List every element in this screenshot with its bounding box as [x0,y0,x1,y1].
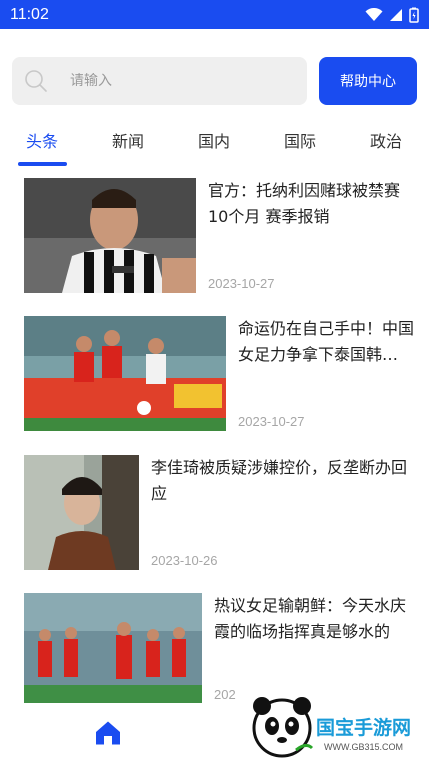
news-item[interactable]: 命运仍在自己手中！中国女足力争拿下泰国韩… 2023-10-27 [0,316,429,434]
news-date: 2023-10-27 [238,414,305,429]
tab-international[interactable]: 国际 [284,128,316,152]
help-center-button[interactable]: 帮助中心 [319,57,417,105]
tab-news[interactable]: 新闻 [112,128,144,152]
search-input[interactable] [70,73,270,89]
panda-logo: 国宝手游网 WWW.GB315.COM [240,690,429,762]
news-date: 2023-10-27 [208,276,275,291]
search-icon [25,70,47,92]
news-item[interactable]: 李佳琦被质疑涉嫌控价，反垄断办回应 2023-10-26 [0,455,429,573]
news-title: 命运仍在自己手中！中国女足力争拿下泰国韩… [238,319,415,364]
wifi-icon [365,7,383,21]
category-tabs: 头条 新闻 国内 国际 政治 [0,122,429,168]
watermark-url: WWW.GB315.COM [324,742,403,752]
news-item[interactable]: 热议女足输朝鲜：今天水庆霞的临场指挥真是够水的 202 [0,593,429,703]
tab-domestic[interactable]: 国内 [198,128,230,152]
news-thumbnail [24,593,202,703]
watermark: 国宝手游网 WWW.GB315.COM [240,690,429,762]
news-thumbnail [24,316,226,431]
watermark-brand: 国宝手游网 [316,716,411,739]
news-title: 官方：托纳利因赌球被禁赛10个月 赛季报销 [208,181,401,226]
tab-headlines[interactable]: 头条 [26,128,58,152]
news-item[interactable]: 官方：托纳利因赌球被禁赛10个月 赛季报销 2023-10-27 [0,178,429,296]
news-title: 李佳琦被质疑涉嫌控价，反垄断办回应 [151,458,408,503]
news-thumbnail [24,178,196,293]
home-icon[interactable] [95,720,121,746]
news-thumbnail [24,455,139,570]
news-date: 202 [214,687,236,702]
status-bar: 11:02 [0,0,429,29]
signal-icon [390,8,402,21]
status-icons [365,7,419,23]
tab-active-indicator [18,162,67,166]
status-time: 11:02 [10,5,49,23]
search-box[interactable] [12,57,307,105]
tab-politics[interactable]: 政治 [370,128,402,152]
news-date: 2023-10-26 [151,553,218,568]
battery-icon [409,7,419,23]
news-title: 热议女足输朝鲜：今天水庆霞的临场指挥真是够水的 [214,596,407,641]
